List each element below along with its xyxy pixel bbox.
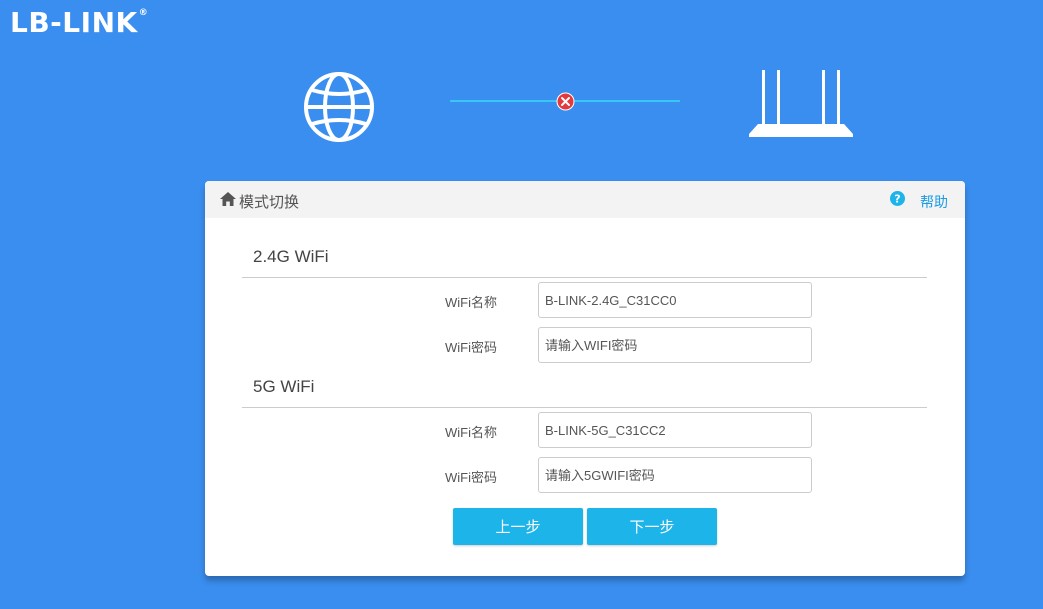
wifi-5g-name-input[interactable] xyxy=(538,412,812,448)
wifi-2g-password-input[interactable] xyxy=(538,327,812,363)
wifi-2g-name-input[interactable] xyxy=(538,282,812,318)
logo-text: LB-LINK xyxy=(10,6,138,39)
svg-text:?: ? xyxy=(894,193,900,206)
section-divider xyxy=(242,277,927,278)
disconnected-x-icon xyxy=(556,92,575,111)
section-title-2g: 2.4G WiFi xyxy=(253,247,329,266)
help-link[interactable]: 帮助 xyxy=(920,192,948,212)
wifi-5g-password-input[interactable] xyxy=(538,457,812,493)
wifi-name-label: WiFi名称 xyxy=(445,425,497,440)
section-divider xyxy=(242,407,927,408)
section-title-5g: 5G WiFi xyxy=(253,377,315,396)
globe-icon xyxy=(304,72,374,142)
router-icon xyxy=(749,70,853,137)
help-icon[interactable]: ? xyxy=(890,191,905,206)
wifi-password-label: WiFi密码 xyxy=(445,340,497,355)
registered-mark: ® xyxy=(138,8,149,18)
wifi-password-label: WiFi密码 xyxy=(445,470,497,485)
next-step-button[interactable]: 下一步 xyxy=(587,508,717,545)
panel-header: 模式切换 ? 帮助 xyxy=(205,181,965,218)
brand-logo: LB-LINK® xyxy=(10,6,148,39)
prev-step-button[interactable]: 上一步 xyxy=(453,508,583,545)
home-icon xyxy=(220,192,236,206)
wifi-name-label: WiFi名称 xyxy=(445,295,497,310)
mode-switch-panel: 模式切换 ? 帮助 2.4G WiFi WiFi名称 WiFi密码 5G WiF… xyxy=(205,181,965,576)
panel-title: 模式切换 xyxy=(239,194,300,211)
